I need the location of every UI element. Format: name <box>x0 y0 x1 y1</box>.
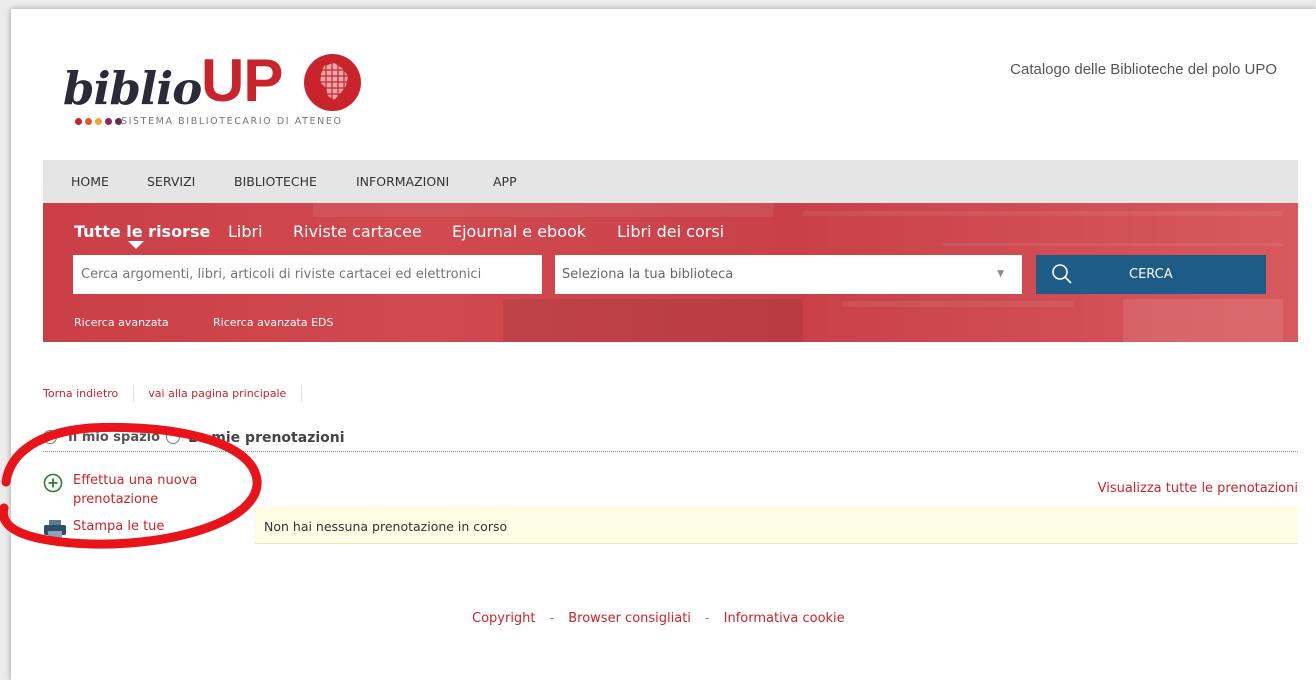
search-button[interactable]: CERCA <box>1036 255 1266 294</box>
main-nav: HOME SERVIZI BIBLIOTECHE INFORMAZIONI AP… <box>43 160 1298 203</box>
biblioupo-logo[interactable]: biblio UP SISTEMA BIBLIOTECARIO DI ATENE… <box>63 48 373 133</box>
nav-servizi[interactable]: SERVIZI <box>147 174 195 189</box>
home-link[interactable]: vai alla pagina principale <box>148 387 286 400</box>
logo-tagline: SISTEMA BIBLIOTECARIO DI ATENEO <box>121 116 343 127</box>
copyright-link[interactable]: Copyright <box>472 611 536 626</box>
search-panel: Tutte le risorse Libri Riviste cartacee … <box>43 203 1298 342</box>
recommended-browsers-link[interactable]: Browser consigliati <box>568 611 691 626</box>
library-select[interactable]: Seleziona la tua biblioteca ▼ <box>555 255 1022 294</box>
annotation-ring <box>0 422 262 549</box>
cookie-policy-link[interactable]: Informativa cookie <box>724 611 845 626</box>
tab-libri[interactable]: Libri <box>228 222 263 241</box>
globe-icon <box>304 54 361 111</box>
nav-informazioni[interactable]: INFORMAZIONI <box>356 174 449 189</box>
view-all-bookings-link[interactable]: Visualizza tutte le prenotazioni <box>1098 481 1298 496</box>
active-tab-caret <box>128 241 144 249</box>
nav-biblioteche[interactable]: BIBLIOTECHE <box>234 174 317 189</box>
library-select-value: Seleziona la tua biblioteca <box>562 267 734 282</box>
nav-home[interactable]: HOME <box>71 174 109 189</box>
footer: Copyright - Browser consigliati - Informativ… <box>472 611 845 626</box>
tab-libri-dei-corsi[interactable]: Libri dei corsi <box>617 222 724 241</box>
search-input[interactable] <box>73 255 542 294</box>
logo-upo: UP <box>201 47 283 114</box>
tab-ejournal-ebook[interactable]: Ejournal e ebook <box>452 222 586 241</box>
logo-word: biblio <box>63 62 202 115</box>
advanced-search-eds-link[interactable]: Ricerca avanzata EDS <box>213 316 334 329</box>
catalog-title: Catalogo delle Biblioteche del polo UPO <box>1010 61 1277 78</box>
logo-dots <box>75 118 122 125</box>
tab-riviste-cartacee[interactable]: Riviste cartacee <box>293 222 422 241</box>
search-button-label: CERCA <box>1129 267 1173 282</box>
breadcrumb: Torna indietro vai alla pagina principal… <box>43 385 313 402</box>
tab-tutte-le-risorse[interactable]: Tutte le risorse <box>74 222 210 241</box>
nav-app[interactable]: APP <box>493 174 517 189</box>
search-icon <box>1052 264 1072 284</box>
chevron-down-icon: ▼ <box>997 269 1004 279</box>
bookings-notice: Non hai nessuna prenotazione in corso <box>255 506 1298 544</box>
advanced-search-link[interactable]: Ricerca avanzata <box>74 316 169 329</box>
back-link[interactable]: Torna indietro <box>43 387 118 400</box>
